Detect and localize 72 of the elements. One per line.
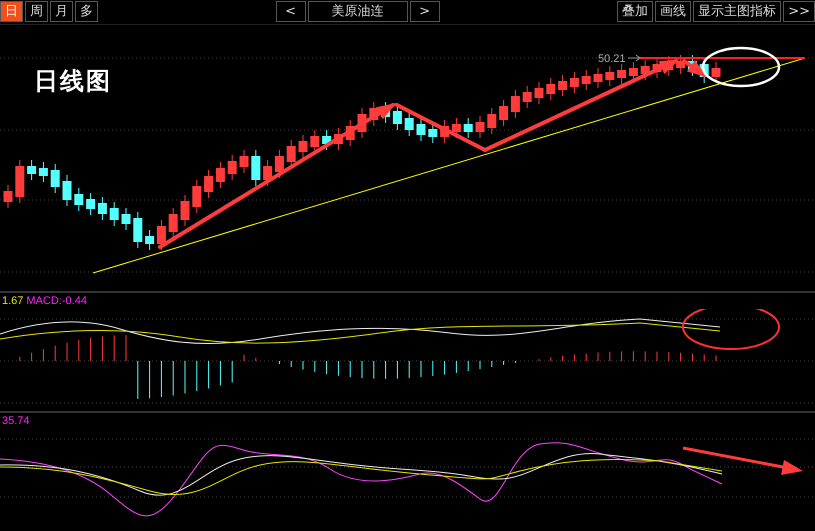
candlestick [476, 116, 484, 138]
period-tab[interactable]: 多 [75, 1, 98, 22]
candlestick [334, 128, 343, 150]
candlestick [298, 134, 308, 158]
candlestick [263, 160, 272, 186]
indicator-label: MACD:-0.44 [26, 295, 87, 309]
candlestick [145, 230, 154, 250]
toolbar-button[interactable]: >> [783, 1, 815, 22]
candlestick [216, 162, 225, 188]
period-tab[interactable]: 月 [50, 1, 73, 22]
candlestick [392, 104, 402, 130]
toolbar-button[interactable]: 画线 [655, 1, 692, 22]
candlestick [122, 208, 130, 230]
candlestick [15, 160, 24, 204]
candlestick [62, 174, 72, 206]
candlestick [570, 72, 579, 94]
candlestick [180, 194, 190, 226]
instrument-name[interactable]: 美原油连 [308, 1, 408, 22]
candlestick [404, 112, 414, 136]
candlestick [322, 130, 332, 150]
candlestick [86, 192, 96, 216]
candlestick [712, 62, 720, 84]
arrow [682, 59, 708, 78]
candlestick [499, 100, 508, 126]
price-label: 50.21 [598, 53, 626, 65]
candlestick [346, 120, 355, 146]
chart-annotation: 日线图 [34, 65, 112, 97]
candlestick [369, 102, 378, 126]
candlestick [98, 196, 107, 220]
candlestick [251, 150, 260, 186]
candlestick [440, 120, 450, 144]
indicator-value: 1.67 [2, 295, 24, 309]
candlestick [522, 86, 532, 108]
indicator-value: 35.74 [2, 415, 30, 429]
candlestick [487, 108, 496, 134]
candlestick [464, 118, 473, 138]
candlestick [4, 184, 12, 208]
candlestick [192, 180, 202, 214]
candlestick [546, 78, 556, 100]
period-tab[interactable]: 周 [25, 1, 48, 22]
candlestick [274, 150, 284, 178]
candlestick [416, 118, 426, 142]
next-button[interactable]: > [410, 1, 440, 22]
toolbar-button[interactable]: 叠加 [617, 1, 654, 22]
previous-button[interactable]: < [276, 1, 306, 22]
candlestick [640, 60, 650, 80]
candlestick [452, 118, 461, 138]
candlestick [156, 220, 166, 250]
candlestick [27, 160, 36, 180]
candlestick [310, 130, 320, 154]
candlestick [676, 54, 686, 74]
candlestick [110, 202, 119, 226]
candlestick [358, 108, 366, 138]
candlestick [605, 66, 614, 86]
candlestick [204, 170, 214, 198]
candlestick [168, 208, 178, 238]
candlestick [74, 188, 84, 212]
candlestick [582, 70, 591, 90]
candlestick [50, 164, 60, 194]
candlestick [558, 74, 568, 96]
candlestick [510, 90, 520, 118]
candlestick [240, 150, 248, 174]
candlestick [534, 82, 544, 104]
period-tab[interactable]: 日 [0, 1, 23, 22]
candlestick [228, 154, 237, 180]
pointer-icon [628, 54, 641, 62]
candlestick [133, 212, 142, 248]
candlestick [428, 122, 438, 144]
toolbar-button[interactable]: 显示主图指标 [693, 1, 782, 22]
candlestick [594, 68, 602, 88]
candlestick [617, 64, 626, 84]
candlestick [38, 162, 48, 182]
